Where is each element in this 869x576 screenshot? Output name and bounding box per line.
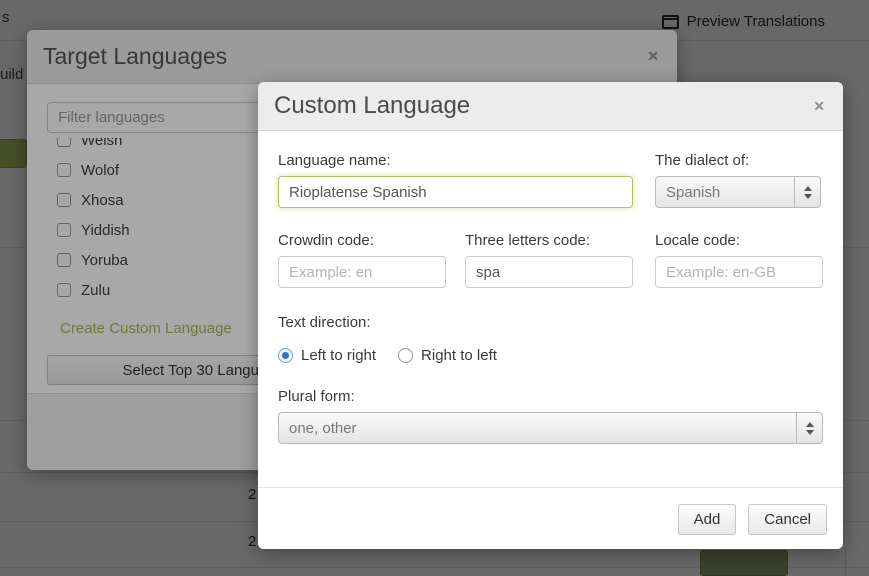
close-icon[interactable]: ✕: [813, 99, 825, 113]
cancel-button[interactable]: Cancel: [748, 504, 827, 535]
text-direction-group: Text direction: Left to right Right to l…: [278, 314, 678, 364]
screen: s Preview Translations uild 2 2 Target L…: [0, 0, 869, 576]
three-letters-input[interactable]: [465, 256, 633, 288]
three-letters-group: Three letters code:: [465, 232, 633, 288]
plural-form-group: Plural form: one, other: [278, 388, 823, 444]
dialect-label: The dialect of:: [655, 152, 821, 169]
language-name-group: Language name:: [278, 152, 633, 208]
crowdin-code-group: Crowdin code:: [278, 232, 446, 288]
add-button[interactable]: Add: [678, 504, 737, 535]
text-direction-options: Left to right Right to left: [278, 347, 678, 364]
radio-ltr-label: Left to right: [301, 347, 376, 364]
plural-form-label: Plural form:: [278, 388, 823, 405]
locale-code-label: Locale code:: [655, 232, 823, 249]
crowdin-code-label: Crowdin code:: [278, 232, 446, 249]
custom-language-header: Custom Language ✕: [258, 82, 843, 131]
dialect-selected-value: Spanish: [666, 184, 720, 201]
language-name-input[interactable]: [278, 176, 633, 208]
custom-language-modal: Custom Language ✕ Language name: The dia…: [258, 82, 843, 549]
locale-code-input[interactable]: [655, 256, 823, 288]
radio-selected-icon[interactable]: [278, 348, 293, 363]
three-letters-label: Three letters code:: [465, 232, 633, 249]
language-name-label: Language name:: [278, 152, 633, 169]
locale-code-group: Locale code:: [655, 232, 823, 288]
select-stepper-icon: [796, 413, 822, 443]
radio-unselected-icon[interactable]: [398, 348, 413, 363]
plural-form-selected-value: one, other: [289, 420, 357, 437]
dialect-select[interactable]: Spanish: [655, 176, 821, 208]
select-stepper-icon: [794, 177, 820, 207]
plural-form-select[interactable]: one, other: [278, 412, 823, 444]
dialect-group: The dialect of: Spanish: [655, 152, 821, 208]
text-direction-label: Text direction:: [278, 314, 678, 331]
radio-left-to-right[interactable]: Left to right: [278, 347, 376, 364]
crowdin-code-input[interactable]: [278, 256, 446, 288]
custom-language-footer: Add Cancel: [258, 487, 843, 549]
radio-rtl-label: Right to left: [421, 347, 497, 364]
radio-right-to-left[interactable]: Right to left: [398, 347, 497, 364]
custom-language-title: Custom Language: [274, 92, 470, 120]
